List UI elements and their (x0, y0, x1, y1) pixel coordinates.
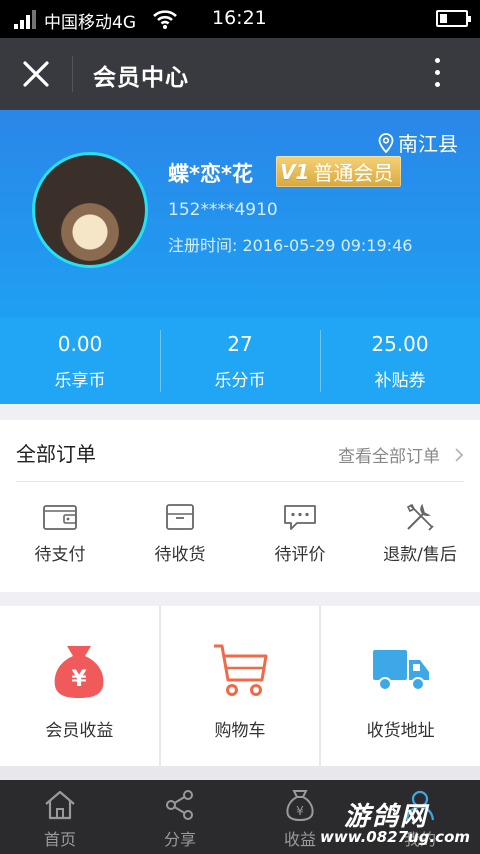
signal-icon (14, 9, 40, 29)
package-icon (166, 504, 194, 530)
location-label: 南江县 (398, 132, 458, 156)
vip-label: 普通会员 (313, 161, 394, 185)
stat-lefen-coin[interactable]: 27 乐分币 (160, 318, 320, 404)
watermark: 游鸽网 www.0827ug.com (320, 796, 480, 852)
phone-number: 152****4910 (168, 200, 278, 220)
location-pin-icon (378, 132, 394, 153)
tab-share[interactable]: 分享 (120, 780, 240, 854)
order-refund-aftersale[interactable]: 退款/售后 (360, 482, 480, 590)
view-all-orders-link[interactable]: 查看全部订单 (338, 442, 464, 467)
truck-icon (372, 650, 429, 691)
battery-icon (436, 10, 471, 27)
order-item-label: 待支付 (34, 545, 86, 565)
share-icon (166, 790, 193, 820)
shipping-address-button[interactable]: 收货地址 (321, 606, 480, 766)
order-item-label: 待收货 (154, 545, 206, 565)
feature-label: 会员收益 (45, 721, 114, 741)
nav-divider (72, 56, 73, 92)
money-bag-icon: ¥ (54, 646, 104, 698)
orders-section: 全部订单 查看全部订单 待支付 待收货 待评价 退款/售后 (0, 420, 480, 592)
stat-label: 乐分币 (214, 371, 266, 391)
feature-label: 收货地址 (366, 721, 435, 741)
balance-stats: 0.00 乐享币 27 乐分币 25.00 补贴券 (0, 318, 480, 404)
wifi-icon (153, 10, 177, 29)
yen-bag-icon: ¥ (286, 790, 314, 822)
view-all-orders-label: 查看全部订单 (338, 447, 440, 467)
more-menu-icon[interactable] (432, 58, 442, 92)
cart-icon (214, 644, 268, 696)
status-bar: 中国移动4G 16:21 (0, 0, 480, 38)
stat-value: 0.00 (57, 332, 103, 356)
order-item-label: 退款/售后 (383, 545, 457, 565)
close-icon[interactable] (20, 58, 52, 90)
avatar[interactable] (32, 152, 148, 268)
comment-icon (284, 505, 316, 530)
vip-level: V1 (280, 159, 310, 184)
stat-label: 补贴券 (374, 371, 426, 391)
tab-label: 分享 (163, 830, 196, 849)
shopping-cart-button[interactable]: 购物车 (160, 606, 320, 766)
stat-value: 27 (227, 332, 253, 356)
home-icon (45, 790, 75, 820)
registration-time: 注册时间: 2016-05-29 09:19:46 (168, 232, 412, 256)
tab-label: 首页 (43, 830, 76, 849)
profile-header: 南江县 蝶*恋*花 V1 普通会员 152****4910 注册时间: 2016… (0, 110, 480, 322)
location[interactable]: 南江县 (378, 128, 458, 157)
stat-value: 25.00 (371, 332, 429, 356)
tab-home[interactable]: 首页 (0, 780, 120, 854)
member-earnings-button[interactable]: ¥ 会员收益 (0, 606, 159, 766)
stat-lexiang-coin[interactable]: 0.00 乐享币 (0, 318, 160, 404)
registration-label: 注册时间: (168, 236, 238, 255)
order-pending-review[interactable]: 待评价 (240, 482, 360, 590)
svg-text:¥: ¥ (296, 804, 304, 818)
watermark-url: www.0827ug.com (320, 828, 470, 846)
order-pending-receipt[interactable]: 待收货 (120, 482, 240, 590)
stat-label: 乐享币 (54, 371, 106, 391)
feature-label: 购物车 (214, 721, 266, 741)
orders-title: 全部订单 (16, 442, 96, 466)
username: 蝶*恋*花 (168, 162, 253, 186)
svg-text:¥: ¥ (72, 667, 88, 692)
wallet-icon (43, 505, 77, 530)
tools-icon (406, 503, 434, 531)
page-title: 会员中心 (93, 65, 189, 91)
registration-value: 2016-05-29 09:19:46 (242, 236, 413, 255)
chevron-right-icon (455, 447, 464, 462)
vip-badge: V1 普通会员 (276, 156, 402, 187)
carrier-label: 中国移动4G (44, 13, 136, 33)
order-item-label: 待评价 (274, 545, 326, 565)
top-nav-bar: 会员中心 (0, 38, 480, 110)
clock: 16:21 (212, 7, 267, 29)
order-pending-payment[interactable]: 待支付 (0, 482, 120, 590)
stat-subsidy-coupon[interactable]: 25.00 补贴券 (320, 318, 480, 404)
orders-header: 全部订单 查看全部订单 (16, 420, 464, 482)
feature-grid: ¥ 会员收益 购物车 收货地址 (0, 606, 480, 786)
